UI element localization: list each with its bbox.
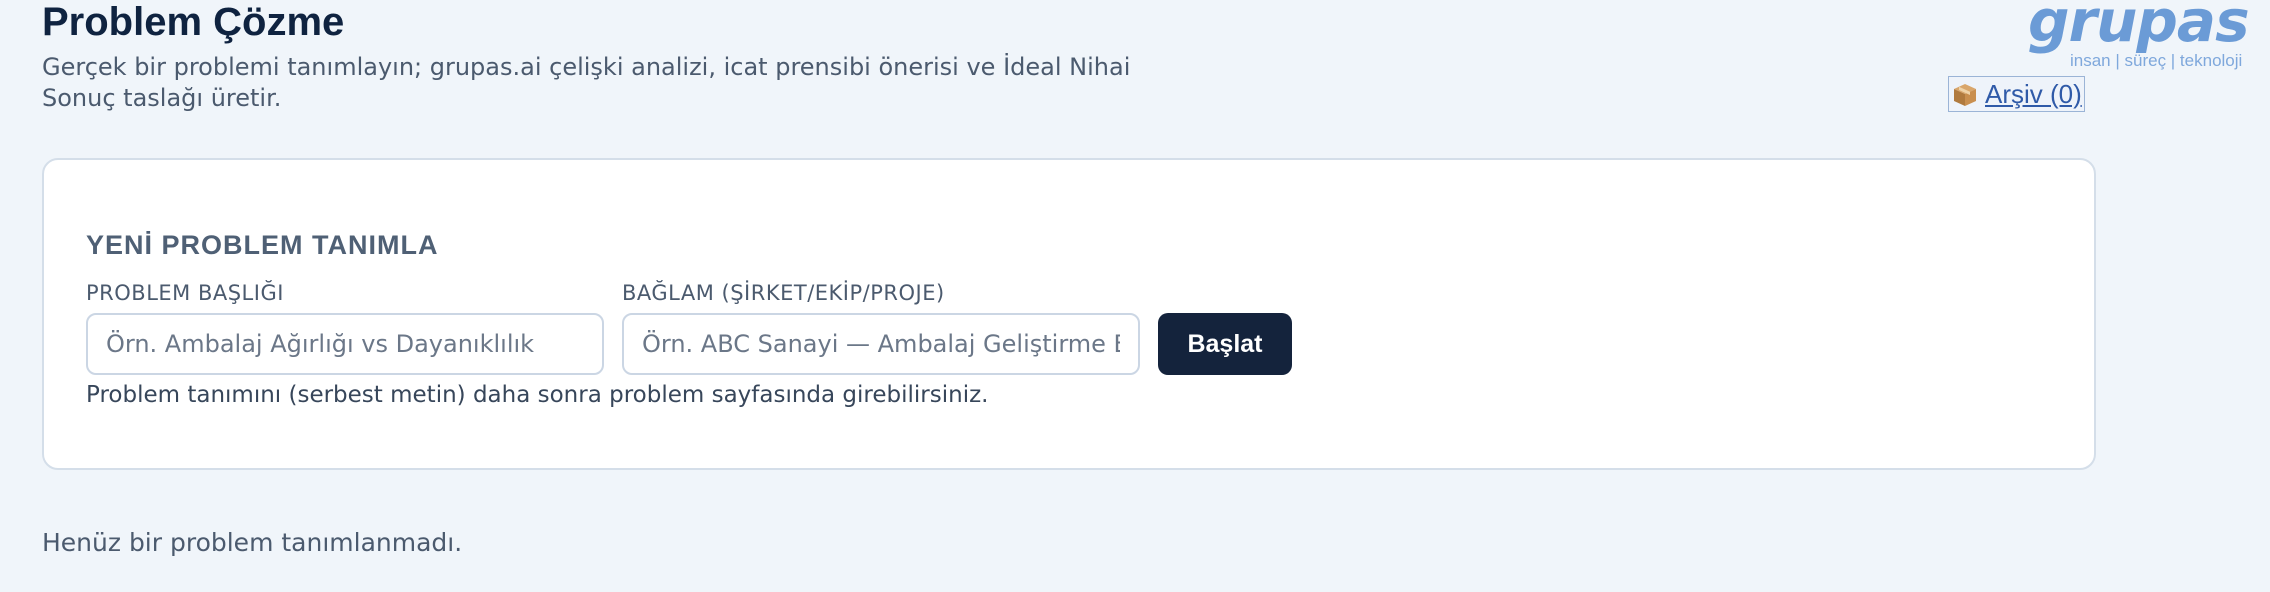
page-subtitle: Gerçek bir problemi tanımlayın; grupas.a… (42, 53, 1131, 112)
form-hint: Problem tanımını (serbest metin) daha so… (86, 382, 989, 408)
logo-wordmark: grupas (2028, 0, 2250, 55)
package-icon (1951, 80, 1979, 108)
archive-label: Arşiv (0) (1985, 78, 2082, 109)
problem-title-label: PROBLEM BAŞLIĞI (86, 281, 284, 305)
logo-tagline: insan | süreç | teknoloji (2070, 51, 2243, 70)
new-problem-heading: YENİ PROBLEM TANIMLA (86, 230, 439, 260)
context-input[interactable] (622, 313, 1140, 375)
start-button[interactable]: Başlat (1158, 313, 1292, 375)
problem-title-input[interactable] (86, 313, 604, 375)
empty-state-message: Henüz bir problem tanımlanmadı. (42, 528, 463, 557)
new-problem-card: YENİ PROBLEM TANIMLA PROBLEM BAŞLIĞI BAĞ… (42, 158, 2096, 470)
page-title: Problem Çözme (42, 0, 345, 44)
context-label: BAĞLAM (ŞİRKET/EKİP/PROJE) (622, 281, 945, 305)
grupas-logo: grupas insan | süreç | teknoloji (2024, 0, 2270, 76)
archive-link[interactable]: Arşiv (0) (1948, 76, 2085, 112)
